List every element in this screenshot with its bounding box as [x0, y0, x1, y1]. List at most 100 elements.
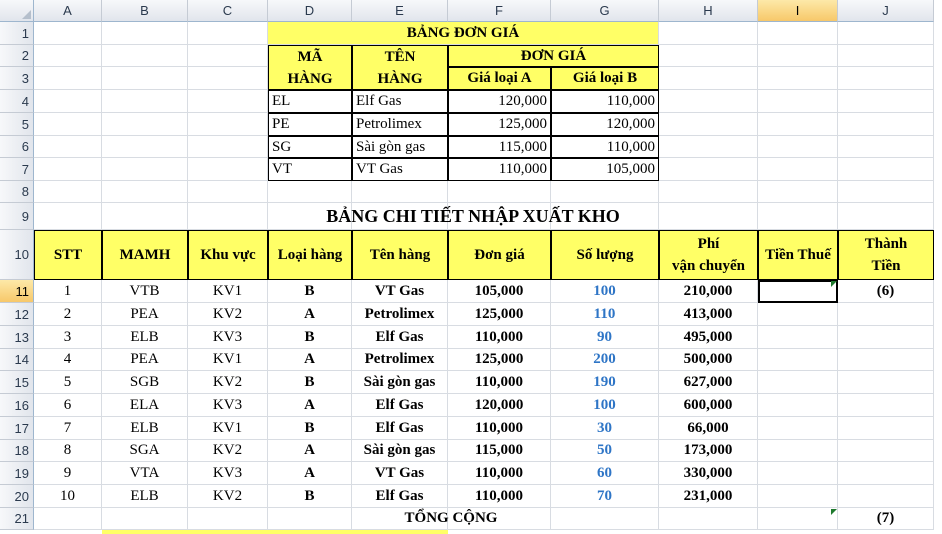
grid-cell[interactable]	[659, 90, 758, 113]
detail-row-soluong[interactable]: 110	[551, 303, 659, 326]
column-header-g[interactable]: G	[551, 0, 659, 22]
detail-row-dongia[interactable]: 110,000	[448, 485, 551, 508]
grid-cell[interactable]	[758, 22, 838, 45]
grid-cell[interactable]	[188, 158, 268, 181]
select-all-corner[interactable]	[0, 0, 34, 22]
price-row-name[interactable]: Sài gòn gas	[352, 136, 448, 158]
price-row-name[interactable]: VT Gas	[352, 158, 448, 181]
detail-row-mamh[interactable]: ELB	[102, 417, 188, 440]
price-row-a[interactable]: 115,000	[448, 136, 551, 158]
column-header-i[interactable]: I	[758, 0, 838, 22]
row-header-9[interactable]: 9	[0, 203, 34, 230]
detail-row-loai[interactable]: A	[268, 440, 352, 462]
grid-cell[interactable]	[34, 90, 102, 113]
grid-cell[interactable]	[838, 22, 934, 45]
row-header-5[interactable]: 5	[0, 113, 34, 136]
detail-row-mamh[interactable]: ELB	[102, 326, 188, 349]
detail-row-phi[interactable]: 627,000	[659, 371, 758, 394]
row-header-16[interactable]: 16	[0, 394, 34, 417]
detail-row-loai[interactable]: A	[268, 394, 352, 417]
detail-row-khuvuc[interactable]: KV2	[188, 485, 268, 508]
detail-row-thanhtien[interactable]	[838, 462, 934, 485]
price-row-code[interactable]: EL	[268, 90, 352, 113]
grid-cell[interactable]	[838, 90, 934, 113]
grid-cell[interactable]	[758, 90, 838, 113]
row-header-2[interactable]: 2	[0, 45, 34, 67]
detail-row-thue[interactable]	[758, 303, 838, 326]
detail-row-phi[interactable]: 173,000	[659, 440, 758, 462]
grid-cell[interactable]	[758, 67, 838, 90]
grid-cell[interactable]	[102, 158, 188, 181]
price-row-name[interactable]: Elf Gas	[352, 90, 448, 113]
grid-cell[interactable]	[188, 181, 268, 203]
detail-row-thue[interactable]	[758, 417, 838, 440]
grid-cell[interactable]	[659, 136, 758, 158]
detail-row-dongia[interactable]: 110,000	[448, 462, 551, 485]
detail-row-phi[interactable]: 210,000	[659, 280, 758, 303]
grid-cell[interactable]	[188, 508, 268, 530]
price-row-a[interactable]: 110,000	[448, 158, 551, 181]
row-header-20[interactable]: 20	[0, 485, 34, 508]
grid-cell[interactable]	[102, 508, 188, 530]
row-header-12[interactable]: 12	[0, 303, 34, 326]
column-header-h[interactable]: H	[659, 0, 758, 22]
row-header-4[interactable]: 4	[0, 90, 34, 113]
detail-row-ten[interactable]: Petrolimex	[352, 303, 448, 326]
detail-row-thanhtien[interactable]	[838, 485, 934, 508]
grid-cell[interactable]	[102, 45, 188, 67]
grid-cell[interactable]	[758, 158, 838, 181]
detail-row-phi[interactable]: 231,000	[659, 485, 758, 508]
detail-row-thue[interactable]	[758, 440, 838, 462]
price-row-b[interactable]: 105,000	[551, 158, 659, 181]
row-header-15[interactable]: 15	[0, 371, 34, 394]
detail-row-dongia[interactable]: 125,000	[448, 303, 551, 326]
price-row-b[interactable]: 120,000	[551, 113, 659, 136]
detail-row-stt[interactable]: 3	[34, 326, 102, 349]
row-header-13[interactable]: 13	[0, 326, 34, 349]
detail-row-stt[interactable]: 5	[34, 371, 102, 394]
grid-cell[interactable]	[659, 67, 758, 90]
detail-row-stt[interactable]: 7	[34, 417, 102, 440]
detail-row-soluong[interactable]: 60	[551, 462, 659, 485]
grid-cell[interactable]	[188, 113, 268, 136]
detail-row-soluong[interactable]: 190	[551, 371, 659, 394]
detail-row-stt[interactable]: 10	[34, 485, 102, 508]
grid-cell[interactable]	[102, 181, 188, 203]
price-row-code[interactable]: PE	[268, 113, 352, 136]
detail-row-dongia[interactable]: 105,000	[448, 280, 551, 303]
detail-row-thanhtien[interactable]	[838, 303, 934, 326]
price-row-b[interactable]: 110,000	[551, 90, 659, 113]
detail-row-dongia[interactable]: 110,000	[448, 417, 551, 440]
grid-cell[interactable]	[758, 45, 838, 67]
detail-row-thanhtien[interactable]	[838, 417, 934, 440]
row-header-14[interactable]: 14	[0, 349, 34, 371]
price-row-b[interactable]: 110,000	[551, 136, 659, 158]
grid-cell[interactable]	[188, 90, 268, 113]
detail-row-thanhtien[interactable]	[838, 326, 934, 349]
grid-cell[interactable]	[268, 508, 352, 530]
detail-row-stt[interactable]: 4	[34, 349, 102, 371]
grid-cell[interactable]	[838, 67, 934, 90]
detail-row-ten[interactable]: VT Gas	[352, 462, 448, 485]
detail-row-dongia[interactable]: 110,000	[448, 371, 551, 394]
grid-cell[interactable]	[34, 67, 102, 90]
grid-cell[interactable]	[188, 136, 268, 158]
detail-row-soluong[interactable]: 70	[551, 485, 659, 508]
price-row-a[interactable]: 120,000	[448, 90, 551, 113]
row-header-17[interactable]: 17	[0, 417, 34, 440]
detail-row-loai[interactable]: B	[268, 371, 352, 394]
row-header-11[interactable]: 11	[0, 280, 34, 303]
column-header-a[interactable]: A	[34, 0, 102, 22]
grid-cell[interactable]	[34, 113, 102, 136]
grid-cell[interactable]	[551, 181, 659, 203]
detail-row-thue[interactable]	[758, 462, 838, 485]
grid-cell[interactable]	[838, 136, 934, 158]
grid-cell[interactable]	[34, 181, 102, 203]
detail-row-stt[interactable]: 9	[34, 462, 102, 485]
detail-row-loai[interactable]: B	[268, 326, 352, 349]
grid-cell[interactable]	[758, 508, 838, 530]
detail-row-ten[interactable]: Elf Gas	[352, 394, 448, 417]
detail-row-thue[interactable]	[758, 349, 838, 371]
detail-row-thanhtien[interactable]	[838, 371, 934, 394]
detail-row-ten[interactable]: Elf Gas	[352, 485, 448, 508]
